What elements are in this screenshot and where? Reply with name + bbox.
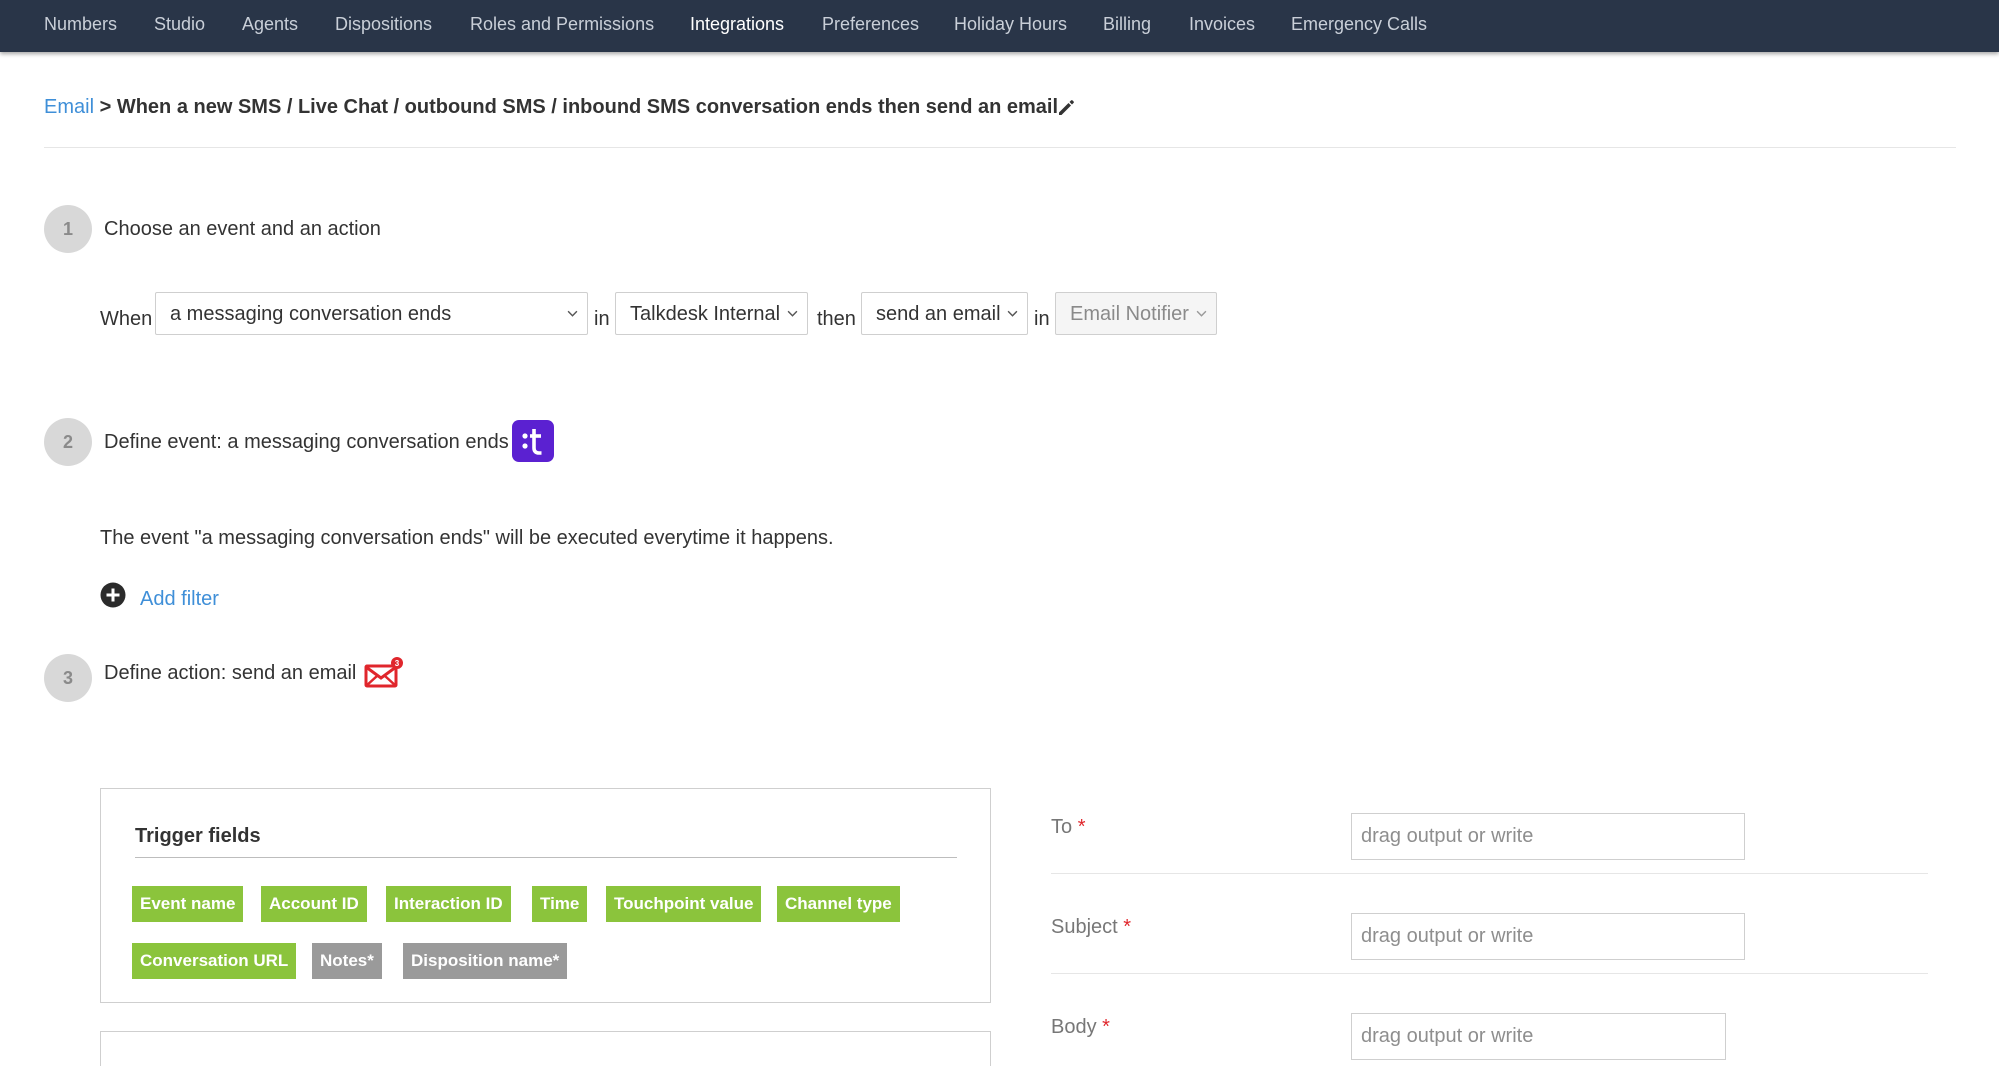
- pencil-icon[interactable]: [1056, 97, 1076, 117]
- nav-billing[interactable]: Billing: [1103, 14, 1151, 35]
- body-field[interactable]: [1351, 1013, 1726, 1060]
- nav-emergency-calls[interactable]: Emergency Calls: [1291, 14, 1427, 35]
- chevron-down-icon: [567, 310, 578, 317]
- chevron-down-icon: [1196, 310, 1207, 317]
- rule-then-label: then: [817, 308, 856, 330]
- page-title: When a new SMS / Live Chat / outbound SM…: [116, 96, 1059, 118]
- nav-invoices[interactable]: Invoices: [1189, 14, 1255, 35]
- action-select-value: send an email: [876, 303, 1001, 325]
- email-notifier-icon: 3: [364, 657, 403, 688]
- step-2-title: Define event: a messaging conversation e…: [104, 431, 509, 453]
- add-filter-link[interactable]: Add filter: [140, 588, 219, 611]
- step-3-badge: 3: [44, 654, 92, 702]
- source-select[interactable]: Talkdesk Internal: [615, 292, 808, 335]
- field-divider: [1051, 973, 1928, 974]
- event-description: The event "a messaging conversation ends…: [100, 527, 834, 549]
- trigger-fields-divider: [135, 857, 957, 858]
- to-label-text: To: [1051, 816, 1073, 838]
- nav-integrations[interactable]: Integrations: [690, 14, 784, 35]
- required-mark: *: [1102, 1016, 1110, 1038]
- step-2-badge: 2: [44, 418, 92, 466]
- required-mark: *: [1123, 916, 1132, 938]
- rule-in-label: in: [594, 308, 610, 330]
- chevron-down-icon: [1007, 310, 1018, 317]
- email-badge-count: 3: [395, 659, 400, 668]
- plus-circle-icon[interactable]: [100, 582, 126, 608]
- body-label: Body *: [1051, 1016, 1110, 1039]
- source-select-value: Talkdesk Internal: [630, 303, 781, 325]
- trigger-tag-event-name[interactable]: Event name: [132, 886, 244, 922]
- breadcrumb: Email > When a new SMS / Live Chat / out…: [44, 96, 1058, 119]
- breadcrumb-separator: >: [99, 96, 112, 118]
- step-1-title: Choose an event and an action: [104, 218, 381, 240]
- trigger-tag-notes[interactable]: Notes*: [312, 943, 382, 979]
- output-panel: [100, 1031, 991, 1066]
- trigger-tag-interaction-id[interactable]: Interaction ID: [386, 886, 511, 922]
- target-select-value: Email Notifier: [1070, 303, 1189, 325]
- trigger-tag-conversation-url[interactable]: Conversation URL: [132, 943, 297, 979]
- talkdesk-logo-glyph: [522, 429, 542, 455]
- event-select[interactable]: a messaging conversation ends: [155, 292, 588, 335]
- subject-field[interactable]: [1351, 913, 1745, 960]
- nav-roles-and-permissions[interactable]: Roles and Permissions: [470, 14, 654, 35]
- rule-in-label: in: [1034, 308, 1050, 330]
- chevron-down-icon: [787, 310, 798, 317]
- breadcrumb-email-link[interactable]: Email: [44, 96, 94, 118]
- body-label-text: Body: [1051, 1016, 1097, 1038]
- trigger-tag-disposition-name[interactable]: Disposition name*: [403, 943, 568, 979]
- talkdesk-logo-icon: [512, 420, 554, 462]
- nav-numbers[interactable]: Numbers: [44, 14, 117, 35]
- step-1-badge: 1: [44, 205, 92, 253]
- event-select-value: a messaging conversation ends: [170, 303, 452, 325]
- target-select: Email Notifier: [1055, 292, 1217, 335]
- to-field[interactable]: [1351, 813, 1745, 860]
- trigger-fields-title: Trigger fields: [135, 825, 261, 847]
- rule-when-label: When: [100, 308, 153, 330]
- nav-holiday-hours[interactable]: Holiday Hours: [954, 14, 1067, 35]
- nav-studio[interactable]: Studio: [154, 14, 205, 35]
- nav-dispositions[interactable]: Dispositions: [335, 14, 432, 35]
- subject-label: Subject *: [1051, 916, 1131, 939]
- step-3-title: Define action: send an email: [104, 662, 357, 684]
- trigger-tag-channel-type[interactable]: Channel type: [777, 886, 900, 922]
- top-nav: Numbers Studio Agents Dispositions Roles…: [0, 0, 1999, 52]
- to-label: To *: [1051, 816, 1085, 839]
- subject-label-text: Subject: [1051, 916, 1118, 938]
- header-divider: [44, 147, 1956, 148]
- field-divider: [1051, 873, 1928, 874]
- nav-preferences[interactable]: Preferences: [822, 14, 919, 35]
- trigger-fields-panel: Trigger fields Event name Account ID Int…: [100, 788, 991, 1003]
- action-select[interactable]: send an email: [861, 292, 1028, 335]
- required-mark: *: [1077, 816, 1086, 838]
- trigger-tag-time[interactable]: Time: [532, 886, 588, 922]
- nav-agents[interactable]: Agents: [242, 14, 298, 35]
- trigger-tag-account-id[interactable]: Account ID: [261, 886, 367, 922]
- trigger-tag-touchpoint-value[interactable]: Touchpoint value: [606, 886, 762, 922]
